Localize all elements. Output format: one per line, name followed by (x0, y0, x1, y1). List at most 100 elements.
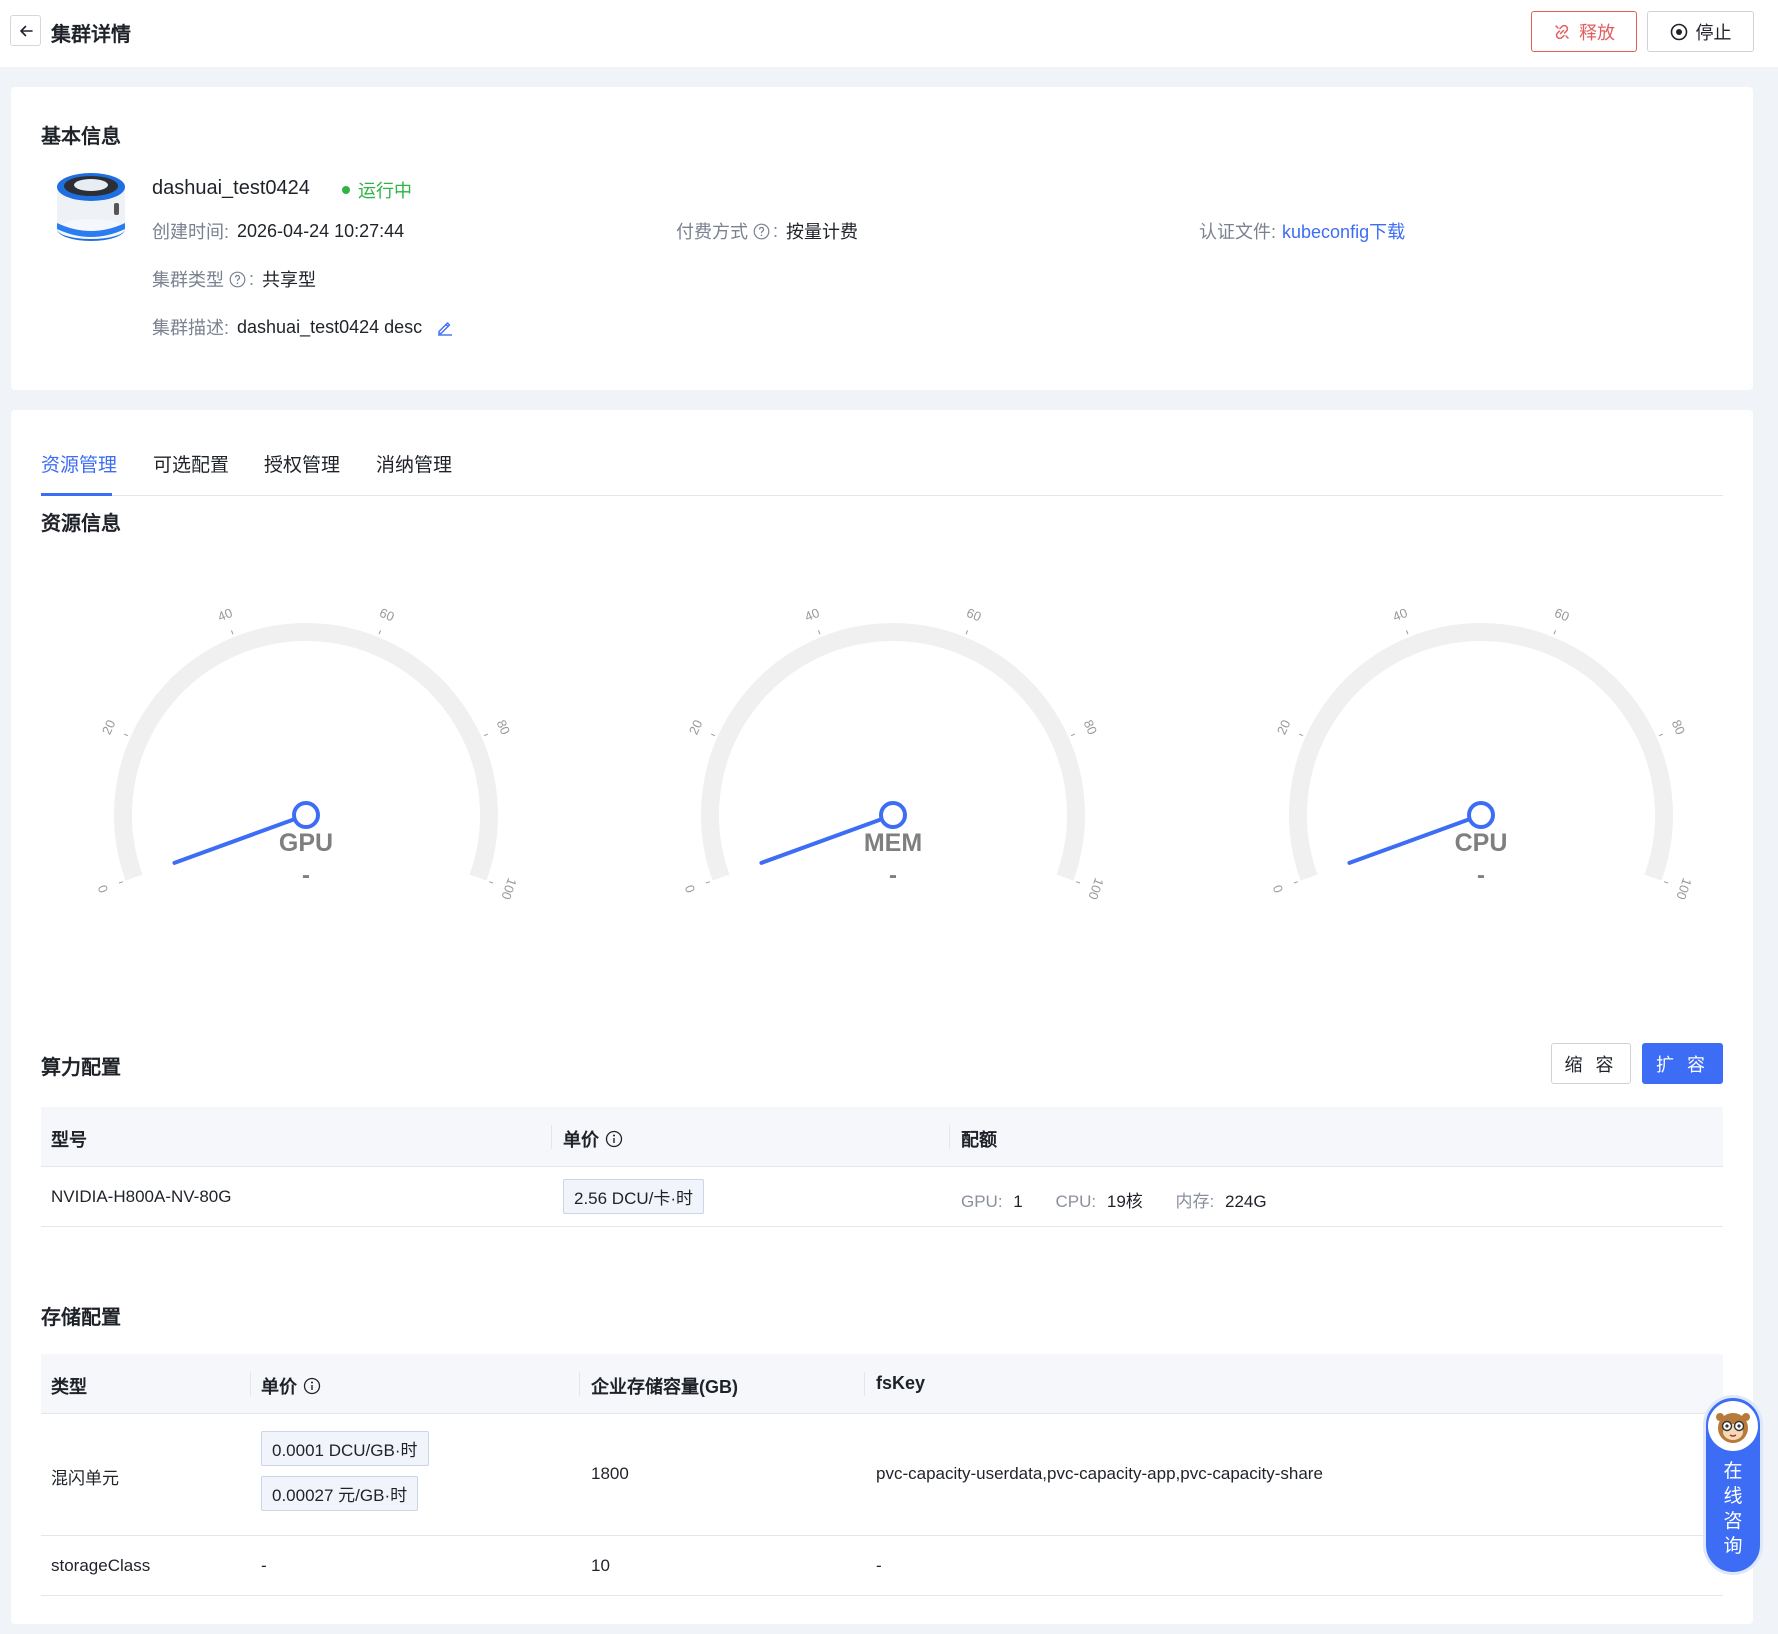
billing-colon: : (773, 220, 779, 241)
gauge-name: CPU (1455, 829, 1508, 857)
col-capacity: 企业存储容量(GB) (591, 1377, 738, 1397)
type-cell: 混闪单元 (51, 1469, 119, 1488)
status-text: 运行中 (358, 181, 412, 201)
gauge-tick-label: 60 (1552, 605, 1571, 624)
assistant-avatar-icon (1708, 1401, 1758, 1451)
desc-label: 集群描述: (152, 318, 230, 338)
gauge-tick (1076, 881, 1081, 884)
price-tag: 2.56 DCU/卡·时 (563, 1179, 705, 1214)
gauge-tick (1553, 630, 1557, 635)
help-icon[interactable] (753, 223, 770, 240)
compute-table: 型号 单价 配额 NVIDIA-H800A-NV-80G 2.56 DCU/卡·… (41, 1107, 1723, 1227)
mem-quota-label: 内存: (1175, 1192, 1215, 1211)
compute-table-header: 型号 单价 配额 (41, 1107, 1723, 1167)
col-divider (250, 1372, 251, 1396)
gauge-tick (817, 630, 821, 635)
col-divider (949, 1125, 950, 1149)
gauge-tick (483, 733, 488, 737)
billing-method: 付费方式 : 按量计费 (676, 218, 858, 244)
cpu-quota-label: CPU: (1055, 1192, 1097, 1211)
expand-button[interactable]: 扩 容 (1642, 1043, 1723, 1084)
created-time: 创建时间: 2026-04-24 10:27:44 (152, 218, 404, 244)
gauge-hub (1467, 801, 1495, 829)
info-icon[interactable] (605, 1130, 623, 1148)
gauge-value: - (1477, 862, 1485, 889)
gauge-svg: 0 20 40 60 80 100 MEM - (682, 605, 1107, 902)
gauge-tick-label: 0 (1270, 883, 1287, 895)
col-divider (579, 1372, 580, 1396)
cluster-description: 集群描述: dashuai_test0424 desc (152, 314, 454, 340)
basic-info-card: 基本信息 dashuai_test0424 运行中 创建时间: 2026-04-… (11, 87, 1753, 390)
auth-label: 认证文件: (1199, 222, 1277, 242)
gauge-tick-label: 0 (682, 883, 699, 895)
release-label: 释放 (1579, 22, 1615, 43)
compute-config-title: 算力配置 (41, 1057, 121, 1079)
billing-value: 按量计费 (786, 222, 859, 242)
help-icon[interactable] (229, 271, 246, 288)
cluster-name: dashuai_test0424 (152, 177, 310, 199)
type-cell: storageClass (51, 1556, 151, 1575)
col-fskey: fsKey (876, 1373, 926, 1393)
gauge-tick (378, 630, 382, 635)
gauge-tick-label: 20 (99, 717, 119, 736)
created-label: 创建时间: (152, 222, 230, 242)
gauge-tick-label: 80 (1081, 717, 1101, 736)
gauge-svg: 0 20 40 60 80 100 CPU - (1270, 605, 1695, 902)
online-consult-label: 在线咨询 (1723, 1461, 1743, 1557)
model-cell: NVIDIA-H800A-NV-80G (51, 1187, 232, 1206)
gauge-name: GPU (279, 829, 333, 857)
gauge-tick (118, 881, 123, 884)
gauge-tick-label: 20 (686, 717, 706, 736)
gauge-tick-label: 60 (377, 605, 396, 624)
price-cell: - (261, 1556, 267, 1575)
gauge-tick-label: 40 (216, 605, 235, 624)
kubeconfig-download-link[interactable]: kubeconfig下载 (1282, 218, 1405, 244)
gauge-tick-label: 20 (1274, 717, 1294, 736)
gauge-hub (292, 801, 320, 829)
type-value: 共享型 (262, 270, 317, 290)
gauge-tick-label: 60 (964, 605, 983, 624)
storage-table-header: 类型 单价 企业存储容量(GB) fsKey (41, 1354, 1723, 1414)
gauge-tick (711, 733, 716, 737)
gauge-tick (1658, 733, 1663, 737)
price-tag: 0.00027 元/GB·时 (261, 1476, 419, 1511)
table-row: storageClass - 10 - (41, 1536, 1723, 1596)
col-quota: 配额 (961, 1130, 997, 1150)
gauge-tick (230, 630, 234, 635)
tab-authorization[interactable]: 授权管理 (264, 450, 340, 477)
gpu-gauge: 0 20 40 60 80 100 GPU - (56, 570, 556, 930)
gauge-hub (879, 801, 907, 829)
stop-circle-icon (1670, 23, 1687, 40)
gauge-svg: 0 20 40 60 80 100 GPU - (95, 605, 520, 902)
gauge-tick (1299, 733, 1304, 737)
release-button[interactable]: 释放 (1531, 11, 1637, 52)
capacity-cell: 10 (591, 1556, 610, 1575)
storage-table: 类型 单价 企业存储容量(GB) fsKey 混闪单元 0.0001 DCU/G… (41, 1354, 1723, 1596)
quota-cell: GPU: 1 CPU: 19核 内存: 224G (961, 1187, 1267, 1212)
tab-consumption[interactable]: 消纳管理 (376, 450, 452, 477)
gauge-tick-label: 40 (1391, 605, 1410, 624)
edit-icon[interactable] (436, 318, 454, 336)
gauge-tick-label: 100 (1085, 876, 1107, 902)
gauge-tick-label: 100 (498, 876, 520, 902)
shrink-button[interactable]: 缩 容 (1551, 1043, 1631, 1084)
tab-optional-config[interactable]: 可选配置 (153, 450, 229, 477)
stop-label: 停止 (1695, 22, 1732, 43)
gpu-quota-value: 1 (1013, 1192, 1023, 1211)
online-consult-button[interactable]: 在线咨询 (1703, 1395, 1763, 1575)
back-button[interactable] (10, 15, 41, 46)
gauge-tick (1293, 881, 1298, 884)
arrow-left-icon (19, 25, 33, 36)
table-row: 混闪单元 0.0001 DCU/GB·时 0.00027 元/GB·时 1800… (41, 1414, 1723, 1536)
tab-resource-management[interactable]: 资源管理 (41, 450, 117, 477)
info-icon[interactable] (303, 1377, 321, 1395)
col-divider (551, 1125, 552, 1149)
col-price: 单价 (563, 1126, 623, 1152)
gpu-quota-label: GPU: (961, 1192, 1003, 1211)
page-title: 集群详情 (51, 24, 131, 46)
gauge-tick (124, 733, 129, 737)
stop-button[interactable]: 停止 (1647, 11, 1754, 52)
gauge-tick (489, 881, 494, 884)
auth-file: 认证文件: kubeconfig下载 (1199, 218, 1405, 244)
mem-gauge: 0 20 40 60 80 100 MEM - (643, 570, 1143, 930)
